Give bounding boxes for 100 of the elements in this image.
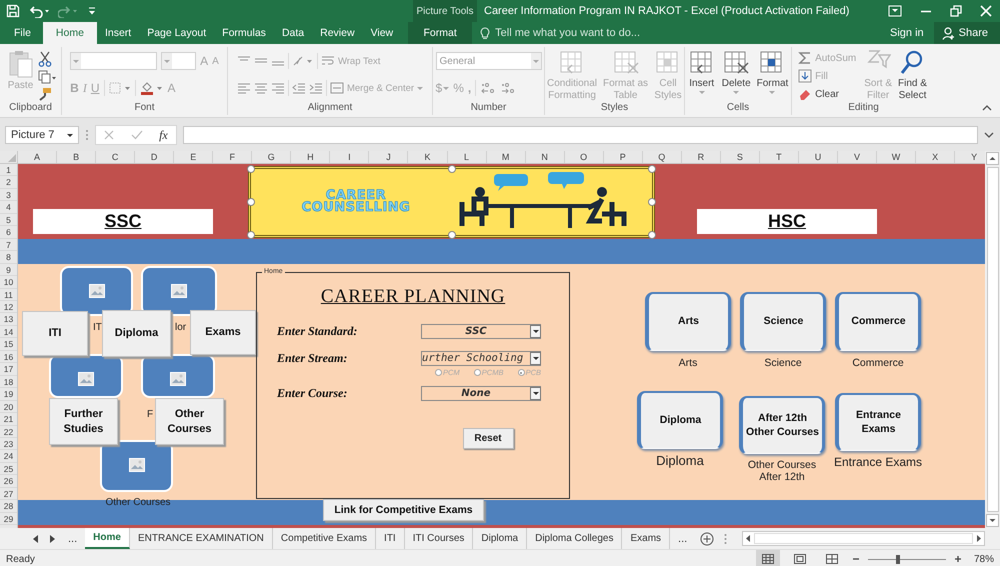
ribbon-tab[interactable]: Formulas [214, 22, 274, 44]
normal-view-button[interactable] [756, 550, 780, 566]
align-right-icon[interactable] [270, 82, 285, 94]
align-left-icon[interactable] [236, 82, 251, 94]
add-sheet-icon[interactable] [700, 532, 714, 546]
option-button[interactable]: Entrance Exams [835, 393, 921, 451]
selection-handle[interactable] [448, 165, 456, 173]
checkmark-icon[interactable] [130, 130, 143, 140]
option-button[interactable]: Commerce [835, 292, 921, 351]
column-header[interactable]: U [798, 151, 838, 163]
dropdown-button[interactable] [530, 386, 541, 400]
row-header[interactable]: 17 [0, 363, 17, 376]
row-header[interactable]: 4 [0, 201, 17, 214]
column-header[interactable]: V [838, 151, 878, 163]
selection-handle[interactable] [648, 165, 656, 173]
row-header[interactable]: 3 [0, 188, 17, 202]
row-header[interactable]: 6 [0, 226, 17, 239]
row-header[interactable]: 24 [0, 450, 17, 463]
row-header[interactable]: 29 [0, 512, 17, 526]
picture-tile[interactable] [49, 354, 123, 398]
column-header[interactable]: X [916, 151, 956, 163]
formula-field[interactable] [183, 126, 978, 144]
option-button[interactable]: Arts [645, 292, 731, 351]
row-header[interactable]: 22 [0, 426, 17, 438]
column-header[interactable]: M [486, 151, 526, 163]
scroll-down-icon[interactable] [986, 514, 999, 527]
row-header[interactable]: 20 [0, 400, 17, 414]
column-header[interactable]: E [174, 151, 214, 163]
more-sheets-button[interactable]: ... [670, 532, 696, 544]
row-header[interactable]: 12 [0, 300, 17, 314]
font-size-field[interactable] [161, 52, 196, 70]
collapse-ribbon-icon[interactable] [982, 105, 992, 111]
increase-decimal-icon[interactable] [480, 81, 496, 95]
share-button[interactable]: Share [934, 22, 1000, 44]
name-box[interactable]: Picture 7 [5, 126, 79, 144]
row-header[interactable]: 10 [0, 276, 17, 289]
borders-icon[interactable] [108, 82, 130, 94]
row-header[interactable]: 21 [0, 413, 17, 426]
increase-indent-icon[interactable] [308, 82, 323, 94]
decrease-decimal-icon[interactable] [500, 81, 516, 95]
zoom-level[interactable]: 78% [970, 554, 994, 564]
column-header[interactable]: G [252, 151, 292, 163]
column-header[interactable]: A [18, 151, 58, 163]
selection-handle[interactable] [247, 231, 255, 239]
column-header[interactable]: J [369, 151, 408, 163]
dropdown-field[interactable]: urther Schooling [421, 350, 541, 366]
more-sheets-button[interactable]: ... [60, 532, 86, 544]
nav-button[interactable]: ITI [22, 311, 88, 356]
ribbon-tab[interactable]: File [0, 22, 41, 44]
row-header[interactable]: 27 [0, 488, 17, 500]
column-header[interactable]: B [57, 151, 96, 163]
column-header[interactable]: L [448, 151, 487, 163]
text-orientation-icon[interactable] [292, 55, 314, 67]
ribbon-tab[interactable]: Home [42, 22, 97, 44]
expand-icon[interactable] [984, 132, 994, 138]
row-header[interactable]: 1 [0, 164, 17, 176]
column-header[interactable]: D [135, 151, 174, 163]
scroll-thumb[interactable] [754, 533, 973, 544]
selection-handle[interactable] [648, 231, 656, 239]
sheet-tab[interactable]: Home [85, 528, 130, 549]
dropdown-button[interactable] [530, 324, 541, 338]
row-header[interactable]: 5 [0, 214, 17, 226]
column-header[interactable]: K [408, 151, 448, 163]
selection-handle[interactable] [247, 198, 255, 206]
row-header[interactable]: 15 [0, 338, 17, 351]
ribbon-tab[interactable]: Review [312, 22, 363, 44]
reset-button[interactable]: Reset [462, 428, 514, 449]
ribbon-command[interactable]: Format [754, 49, 790, 94]
scissors-icon[interactable] [38, 51, 52, 67]
picture-tile[interactable] [100, 440, 173, 492]
picture-tile[interactable] [60, 266, 133, 316]
vertical-scrollbar[interactable] [985, 151, 1000, 528]
copy-icon[interactable] [38, 70, 56, 84]
selection-handle[interactable] [448, 231, 456, 239]
dropdown-field[interactable]: None [421, 386, 541, 400]
save-icon[interactable] [6, 4, 20, 18]
nav-button[interactable]: Further Studies [49, 398, 118, 445]
row-header[interactable]: 16 [0, 350, 17, 364]
ribbon-command[interactable]: Find & Select [896, 49, 929, 101]
selection-handle[interactable] [648, 198, 656, 206]
picture-tile[interactable] [141, 266, 217, 316]
row-header[interactable]: 11 [0, 288, 17, 301]
ribbon-display-icon[interactable] [888, 5, 902, 17]
tell-me-field[interactable]: Tell me what you want to do... [495, 27, 696, 39]
ribbon-command[interactable]: Clear [798, 87, 839, 101]
scroll-thumb[interactable] [986, 167, 998, 512]
dropdown-field[interactable]: SSC [421, 324, 541, 338]
splitter-handle-icon[interactable] [724, 532, 728, 544]
sign-in-link[interactable]: Sign in [890, 22, 934, 44]
column-header[interactable]: H [291, 151, 330, 163]
picture-tile[interactable] [141, 354, 215, 398]
fill-color-icon[interactable] [140, 81, 164, 95]
row-header[interactable]: 23 [0, 438, 17, 450]
horizontal-scrollbar[interactable] [742, 531, 985, 546]
ribbon-tab[interactable]: View [362, 22, 402, 44]
column-header[interactable]: O [564, 151, 604, 163]
customize-menu-icon[interactable] [88, 6, 96, 16]
column-header[interactable]: C [96, 151, 136, 163]
format-painter-icon[interactable] [38, 87, 52, 101]
row-header[interactable]: 13 [0, 313, 17, 326]
